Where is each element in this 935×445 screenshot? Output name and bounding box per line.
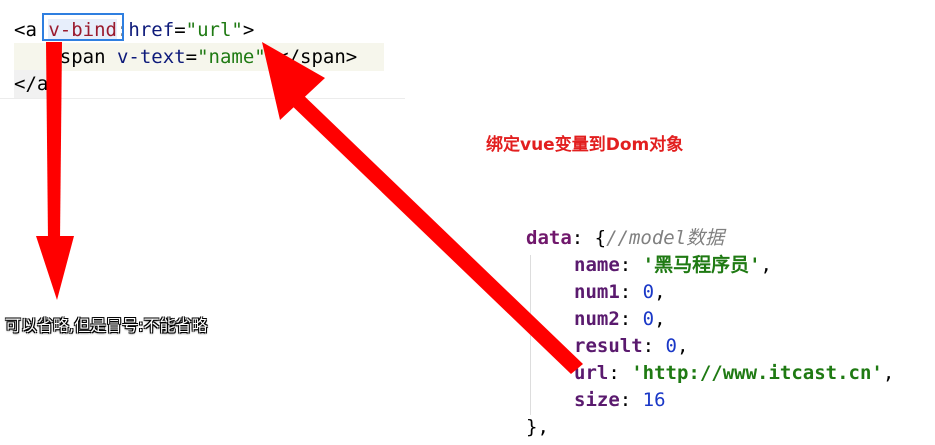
arrow-down-icon [36, 42, 74, 300]
arrows-overlay [36, 42, 583, 374]
arrow-diagonal-icon [262, 42, 583, 374]
